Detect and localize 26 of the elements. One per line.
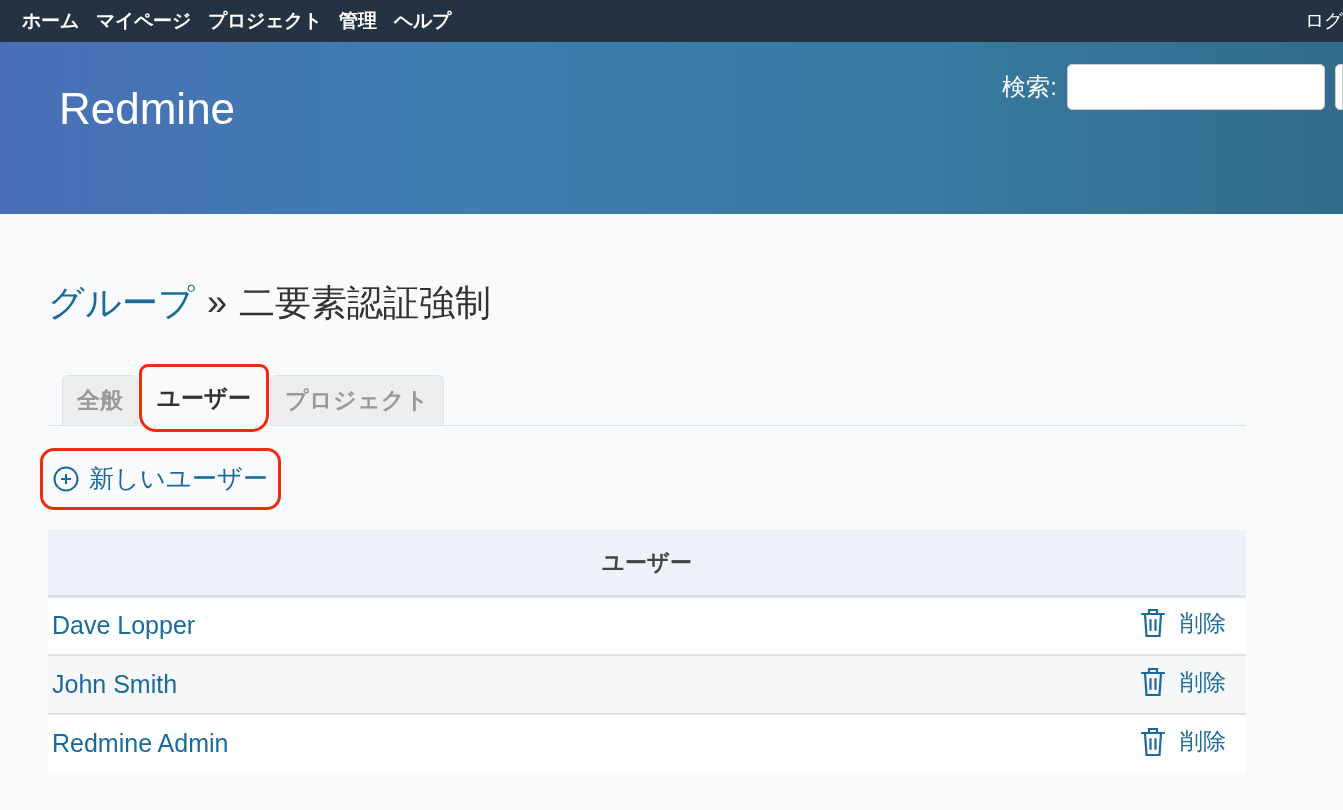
user-link[interactable]: Redmine Admin [52, 729, 229, 758]
user-link[interactable]: John Smith [52, 669, 178, 698]
search-field[interactable] [1067, 64, 1325, 110]
plus-circle-icon [53, 466, 79, 492]
search-button[interactable] [1335, 64, 1343, 110]
delete-link[interactable]: 削除 [1140, 606, 1226, 641]
tab[interactable]: ユーザー [142, 367, 266, 429]
account-link[interactable]: ログ [1305, 6, 1343, 36]
new-user-link[interactable]: 新しいユーザー [40, 448, 281, 510]
breadcrumb-link[interactable]: グループ [48, 276, 195, 330]
breadcrumb-separator: » [207, 281, 228, 325]
trash-icon [1140, 667, 1166, 698]
top-menu-link[interactable]: 管理 [339, 6, 377, 36]
top-menu-link[interactable]: プロジェクト [208, 6, 322, 36]
trash-icon [1140, 726, 1166, 757]
top-menu-link[interactable]: ヘルプ [394, 6, 451, 36]
page-title: 二要素認証強制 [239, 281, 492, 325]
site-title: Redmine [59, 83, 236, 135]
top-menu-link[interactable]: ホーム [22, 6, 79, 36]
delete-link[interactable]: 削除 [1140, 724, 1226, 759]
column-header: ユーザー [48, 530, 1246, 596]
search-label: 検索: [1002, 72, 1057, 102]
user-link[interactable]: Dave Lopper [52, 611, 196, 639]
top-menu-link[interactable]: マイページ [96, 6, 191, 36]
trash-icon [1140, 608, 1166, 639]
delete-link[interactable]: 削除 [1140, 664, 1226, 700]
